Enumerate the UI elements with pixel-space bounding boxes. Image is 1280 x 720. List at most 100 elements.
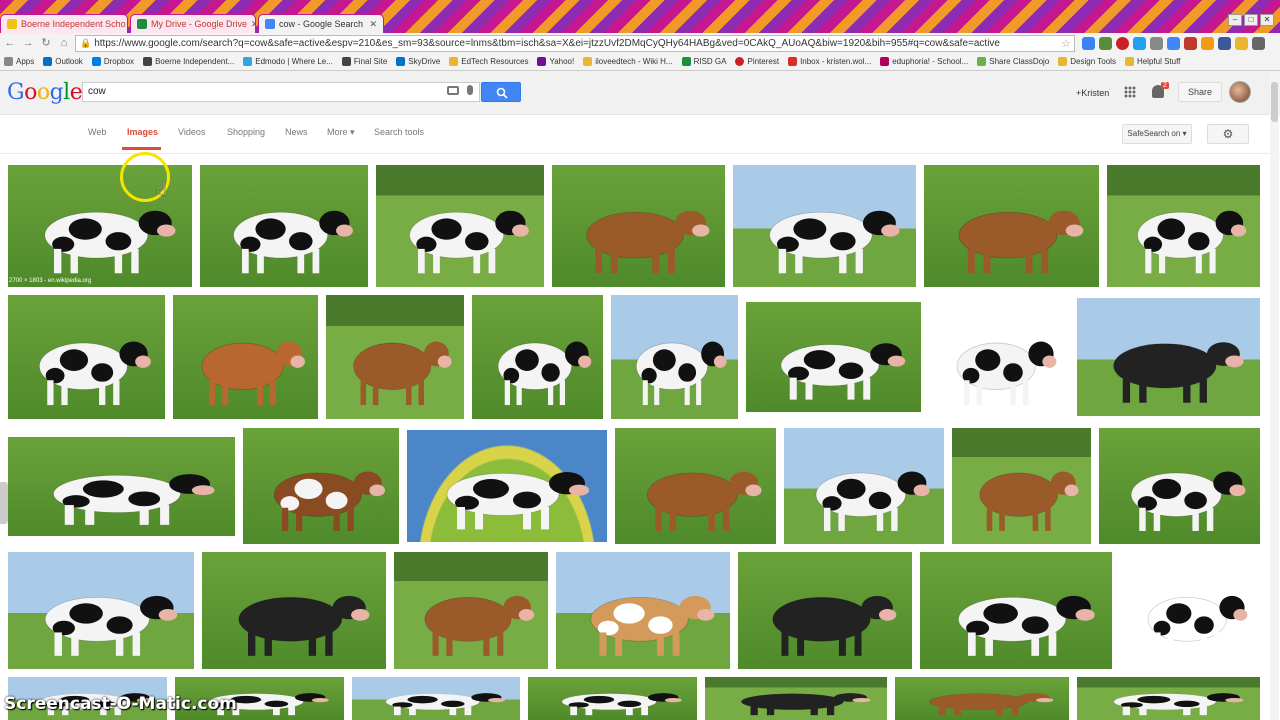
bookmark-classdojo[interactable]: Share ClassDojo: [977, 57, 1049, 66]
image-result-thumbnail[interactable]: [920, 552, 1112, 669]
search-tools-button[interactable]: Search tools: [374, 127, 424, 137]
safesearch-dropdown[interactable]: SafeSearch on ▾: [1122, 124, 1192, 144]
image-result-thumbnail[interactable]: [556, 552, 730, 669]
avatar[interactable]: [1229, 81, 1251, 103]
google-logo[interactable]: Google: [7, 80, 83, 105]
bookmark-design-tools[interactable]: Design Tools: [1058, 57, 1116, 66]
address-bar[interactable]: 🔒 https://www.google.com/search?q=cow&sa…: [75, 34, 1075, 52]
image-result-thumbnail[interactable]: [895, 677, 1069, 720]
bookmark-iloveedtech[interactable]: iloveedtech - Wiki H...: [583, 57, 673, 66]
user-name-link[interactable]: +Kristen: [1076, 88, 1109, 98]
search-icon: [496, 87, 508, 99]
image-result-thumbnail[interactable]: [1077, 677, 1260, 720]
minimize-icon[interactable]: –: [1228, 14, 1242, 26]
bookmark-outlook[interactable]: Outlook: [43, 57, 83, 66]
image-result-thumbnail[interactable]: [352, 677, 520, 720]
extension-icon[interactable]: [1235, 36, 1248, 50]
image-result-thumbnail[interactable]: [733, 165, 916, 287]
image-result-thumbnail[interactable]: [376, 165, 544, 287]
camera-icon[interactable]: [447, 86, 459, 95]
image-result-thumbnail[interactable]: [394, 552, 548, 669]
image-result-thumbnail[interactable]: [8, 295, 165, 419]
extension-icon[interactable]: [1099, 36, 1112, 50]
bookmark-boerne[interactable]: Boerne Independent...: [143, 57, 234, 66]
image-result-thumbnail[interactable]: [746, 302, 921, 412]
image-result-thumbnail[interactable]: [552, 165, 725, 287]
image-result-thumbnail[interactable]: [784, 428, 944, 544]
bookmark-finalsite[interactable]: Final Site: [341, 57, 387, 66]
facebook-icon[interactable]: [1218, 36, 1231, 50]
image-result-thumbnail[interactable]: [528, 677, 697, 720]
bookmark-yahoo[interactable]: Yahoo!: [537, 57, 574, 66]
bookmark-pinterest[interactable]: Pinterest: [735, 57, 779, 66]
maximize-icon[interactable]: □: [1244, 14, 1258, 26]
bookmark-edmodo[interactable]: Edmodo | Where Le...: [243, 57, 333, 66]
image-result-thumbnail[interactable]: [8, 437, 235, 536]
image-result-thumbnail[interactable]: [1099, 428, 1260, 544]
image-result-thumbnail[interactable]: [407, 430, 607, 542]
home-icon[interactable]: ⌂: [57, 36, 71, 50]
image-result-thumbnail[interactable]: [1120, 552, 1260, 669]
image-result-thumbnail[interactable]: [1107, 165, 1260, 287]
bookmark-star-icon[interactable]: ☆: [1061, 37, 1071, 50]
pinterest-icon[interactable]: [1116, 36, 1129, 50]
bookmark-dropbox[interactable]: Dropbox: [91, 57, 134, 66]
tab-shopping[interactable]: Shopping: [227, 127, 265, 137]
tab-google-drive[interactable]: My Drive - Google Drive ✕: [130, 14, 256, 33]
image-result-thumbnail[interactable]: [326, 295, 464, 419]
close-icon[interactable]: ✕: [369, 19, 377, 30]
forward-icon[interactable]: →: [21, 36, 35, 50]
image-result-thumbnail[interactable]: [615, 428, 776, 544]
scrollbar-thumb[interactable]: [1271, 82, 1278, 122]
tab-boerne[interactable]: Boerne Independent Scho ✕: [0, 14, 128, 33]
image-result-thumbnail[interactable]: [8, 552, 194, 669]
image-result-thumbnail[interactable]: [611, 295, 738, 419]
back-icon[interactable]: ←: [3, 36, 17, 50]
image-result-thumbnail[interactable]: [1077, 298, 1260, 416]
tab-more[interactable]: More ▾: [327, 127, 355, 138]
bookmark-helpful-stuff[interactable]: Helpful Stuff: [1124, 57, 1180, 66]
extension-icon[interactable]: [1184, 36, 1197, 50]
apps-grid-icon[interactable]: [1124, 86, 1136, 98]
extension-icon[interactable]: [1201, 36, 1214, 50]
image-result-thumbnail[interactable]: [738, 552, 912, 669]
twitter-icon[interactable]: [1133, 36, 1146, 50]
drive-favicon-icon: [137, 19, 147, 29]
image-result-thumbnail[interactable]: [924, 165, 1099, 287]
image-result-thumbnail[interactable]: [202, 552, 386, 669]
reload-icon[interactable]: ↻: [39, 36, 53, 50]
bookmark-risd[interactable]: RISD GA: [681, 57, 726, 66]
menu-icon[interactable]: [1252, 36, 1265, 50]
image-result-thumbnail[interactable]: [929, 295, 1069, 419]
bookmark-edtech[interactable]: EdTech Resources: [449, 57, 528, 66]
bookmark-eduphoria[interactable]: eduphoria! - School...: [880, 57, 968, 66]
image-result-thumbnail[interactable]: [243, 428, 399, 544]
image-result-thumbnail[interactable]: [200, 165, 368, 287]
image-result-thumbnail[interactable]: [705, 677, 887, 720]
microphone-icon[interactable]: [467, 85, 473, 95]
site-icon: [341, 57, 351, 66]
extension-icon[interactable]: [1082, 36, 1095, 50]
side-panel-toggle[interactable]: [0, 482, 8, 524]
tab-google-search[interactable]: cow - Google Search ✕: [258, 14, 384, 33]
bookmark-inbox[interactable]: Inbox - kristen.wol...: [788, 57, 871, 66]
image-result-thumbnail[interactable]: [952, 428, 1091, 544]
image-result-thumbnail[interactable]: [173, 295, 318, 419]
tab-images[interactable]: Images: [127, 127, 158, 137]
search-input[interactable]: cow: [82, 82, 480, 102]
skydrive-icon: [396, 57, 406, 66]
extension-icon[interactable]: [1167, 36, 1180, 50]
share-button[interactable]: Share: [1178, 82, 1222, 102]
bookmark-skydrive[interactable]: SkyDrive: [396, 57, 440, 66]
tab-news[interactable]: News: [285, 127, 308, 137]
tab-videos[interactable]: Videos: [178, 127, 205, 137]
extension-icon[interactable]: [1150, 36, 1163, 50]
image-result-thumbnail[interactable]: [472, 295, 603, 419]
close-icon[interactable]: ✕: [251, 19, 255, 30]
settings-gear-icon[interactable]: ⚙: [1207, 124, 1249, 144]
scrollbar[interactable]: [1270, 72, 1279, 720]
close-window-icon[interactable]: ✕: [1260, 14, 1274, 26]
bookmark-apps[interactable]: Apps: [4, 57, 34, 66]
search-button[interactable]: [481, 82, 521, 102]
tab-web[interactable]: Web: [88, 127, 106, 137]
